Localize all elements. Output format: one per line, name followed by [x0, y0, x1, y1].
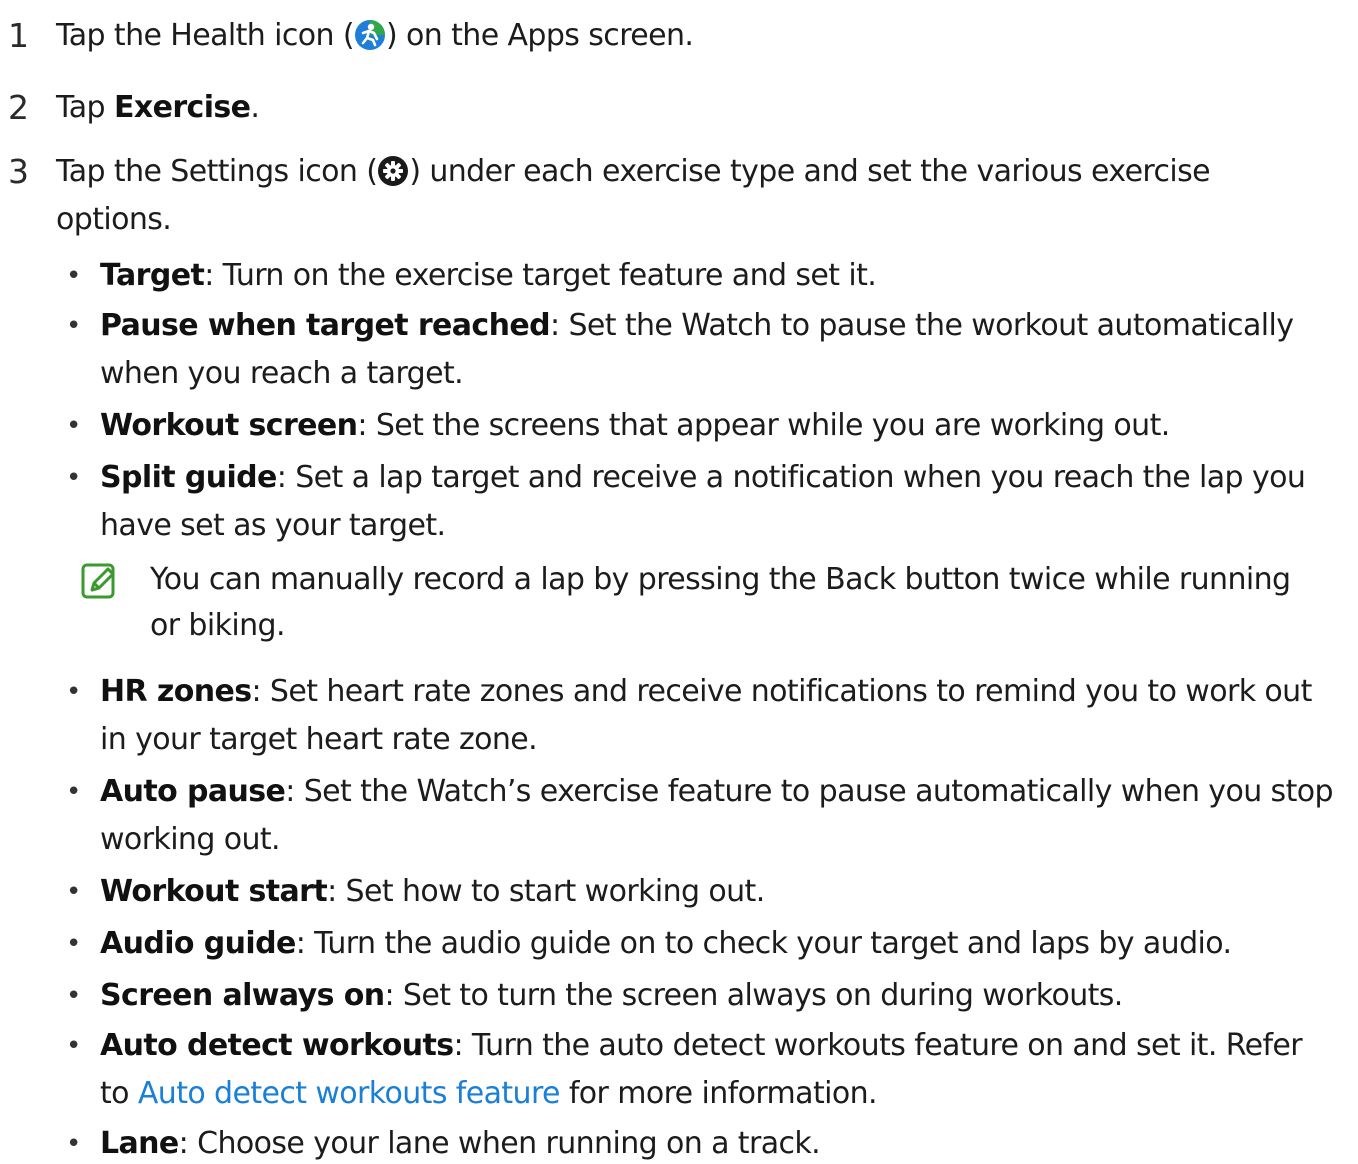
- health-icon: [354, 19, 386, 51]
- option-lane: Lane: Choose your lane when running on a…: [100, 1126, 821, 1161]
- note-text-continuation: or biking.: [150, 608, 286, 643]
- bullet: •: [66, 311, 82, 341]
- bullet: •: [66, 777, 82, 807]
- option-split-guide: Split guide: Set a lap target and receiv…: [100, 460, 1306, 495]
- bullet: •: [66, 261, 82, 291]
- option-audio-guide: Audio guide: Turn the audio guide on to …: [100, 926, 1232, 961]
- step-number: 3: [8, 152, 29, 191]
- step-1-text: Tap the Health icon () on the Apps scree…: [56, 18, 694, 53]
- option-workout-screen: Workout screen: Set the screens that app…: [100, 408, 1170, 443]
- step-number: 2: [8, 88, 29, 127]
- option-continuation: to Auto detect workouts feature for more…: [100, 1076, 878, 1111]
- option-auto-pause: Auto pause: Set the Watch’s exercise fea…: [100, 774, 1334, 809]
- option-continuation: have set as your target.: [100, 508, 446, 543]
- note-icon: [80, 562, 120, 602]
- step-3-text: Tap the Settings icon () under each exer…: [56, 154, 1211, 189]
- step-2-text: Tap Exercise.: [56, 90, 260, 125]
- bullet: •: [66, 877, 82, 907]
- manual-page: 1 Tap the Health icon () on the Apps scr…: [0, 0, 1358, 1161]
- option-screen-always-on: Screen always on: Set to turn the screen…: [100, 978, 1123, 1013]
- bullet: •: [66, 929, 82, 959]
- option-continuation: working out.: [100, 822, 281, 857]
- settings-icon: [377, 155, 409, 187]
- bullet: •: [66, 411, 82, 441]
- option-continuation: in your target heart rate zone.: [100, 722, 538, 757]
- bullet: •: [66, 1129, 82, 1159]
- bullet: •: [66, 677, 82, 707]
- option-hr-zones: HR zones: Set heart rate zones and recei…: [100, 674, 1312, 709]
- option-workout-start: Workout start: Set how to start working …: [100, 874, 765, 909]
- note-text: You can manually record a lap by pressin…: [150, 562, 1291, 597]
- auto-detect-workouts-link[interactable]: Auto detect workouts feature: [138, 1076, 561, 1111]
- option-continuation: when you reach a target.: [100, 356, 464, 391]
- step-number: 1: [8, 16, 29, 55]
- bullet: •: [66, 463, 82, 493]
- bullet: •: [66, 981, 82, 1011]
- option-auto-detect-workouts: Auto detect workouts: Turn the auto dete…: [100, 1028, 1303, 1063]
- option-target: Target: Turn on the exercise target feat…: [100, 258, 877, 293]
- bullet: •: [66, 1031, 82, 1061]
- step-3-continuation: options.: [56, 202, 172, 237]
- option-pause-when-target-reached: Pause when target reached: Set the Watch…: [100, 308, 1294, 343]
